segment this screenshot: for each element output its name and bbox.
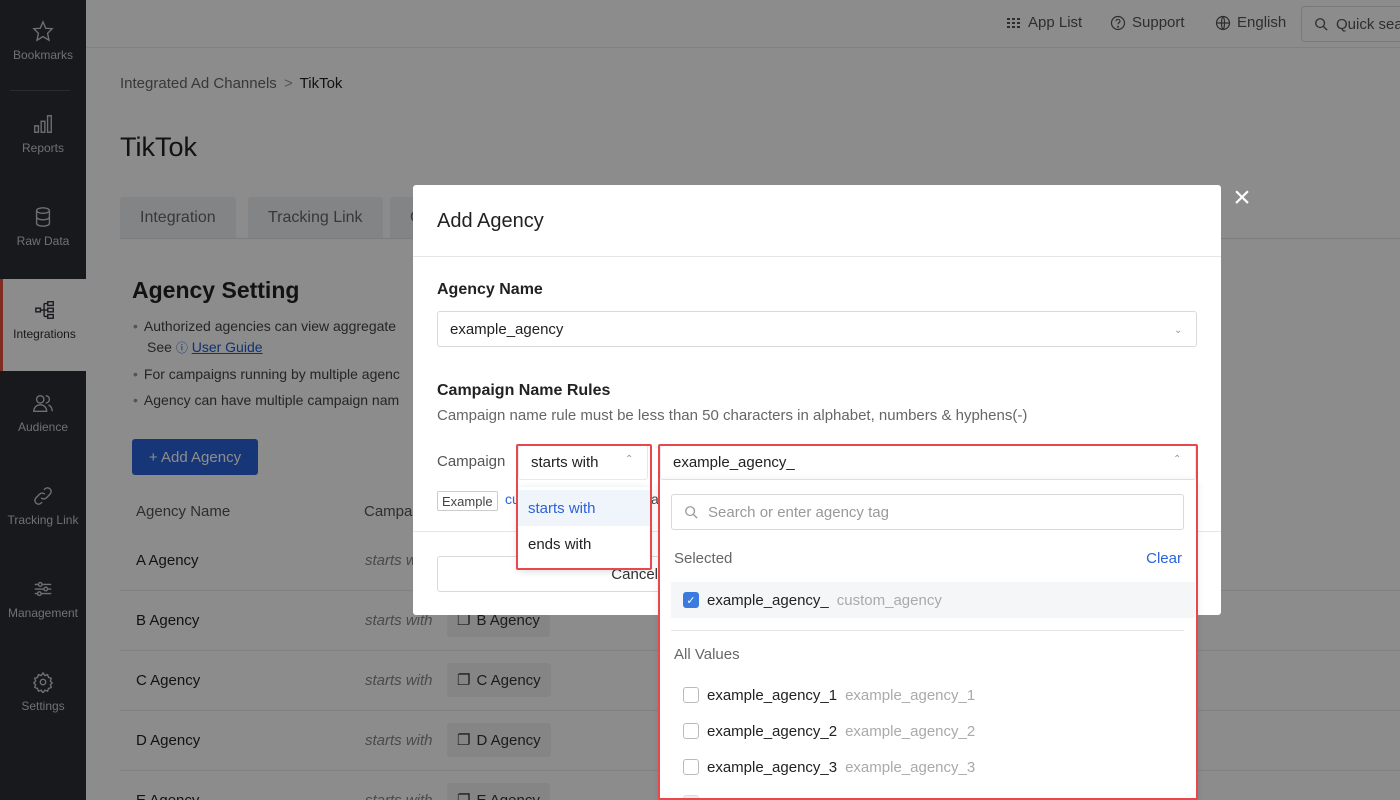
list-item[interactable]: example_agency_1 example_agency_1	[671, 677, 1195, 713]
example-text-fragment: a	[651, 491, 659, 507]
option-value: example_agency_2	[707, 722, 838, 740]
option-sub: example_agency_1	[845, 686, 976, 704]
option-value: example_agency_3	[707, 758, 838, 776]
clear-link[interactable]: Clear	[1146, 550, 1182, 567]
checkbox-icon[interactable]	[683, 723, 699, 739]
agency-name-select[interactable]: example_agency ⌄	[437, 311, 1197, 347]
option-value: example_agency_1	[707, 686, 838, 704]
close-icon[interactable]: ×	[1230, 183, 1254, 213]
list-item[interactable]: example_agency_2 example_agency_2	[671, 713, 1195, 749]
rule-select-value: starts with	[531, 453, 599, 471]
agency-tag-select[interactable]: example_agency_ ⌃	[660, 444, 1196, 480]
chevron-up-icon: ⌃	[1173, 454, 1182, 465]
rule-option-ends-with[interactable]: ends with	[518, 526, 650, 562]
agency-name-value: example_agency	[450, 320, 564, 338]
checkbox-checked-icon[interactable]: ✓	[683, 592, 699, 608]
all-values-group-label: All Values	[674, 646, 740, 663]
list-item-selected[interactable]: ✓ example_agency_ custom_agency	[671, 582, 1195, 618]
list-item[interactable]	[671, 785, 1195, 800]
modal-divider	[413, 256, 1221, 257]
modal-title: Add Agency	[437, 210, 544, 232]
dropdown-divider	[671, 630, 1184, 631]
selected-group-label: Selected	[674, 550, 733, 567]
rule-dropdown: starts with ends with	[518, 487, 650, 569]
rule-select[interactable]: starts with ⌃	[518, 444, 648, 480]
list-item[interactable]: example_agency_3 example_agency_3	[671, 749, 1195, 785]
checkbox-icon[interactable]	[683, 687, 699, 703]
agency-tag-value: example_agency_	[673, 453, 795, 471]
agency-tag-dropdown: Selected Clear ✓ example_agency_ custom_…	[660, 480, 1196, 800]
example-tag: Example	[437, 491, 498, 511]
campaign-rules-label: Campaign Name Rules	[437, 382, 611, 399]
campaign-label: Campaign	[437, 453, 506, 470]
checkbox-icon[interactable]	[683, 795, 699, 800]
option-sub: example_agency_3	[845, 758, 976, 776]
option-value: example_agency_	[707, 591, 829, 609]
option-sub: custom_agency	[836, 591, 942, 609]
chevron-down-icon: ⌄	[1174, 325, 1183, 336]
agency-name-label: Agency Name	[437, 281, 543, 298]
chevron-up-icon: ⌃	[625, 454, 634, 465]
agency-search-box	[671, 494, 1184, 530]
option-sub: example_agency_2	[845, 722, 976, 740]
search-icon	[685, 506, 698, 519]
campaign-rules-helper: Campaign name rule must be less than 50 …	[437, 407, 1028, 424]
agency-search-input[interactable]	[708, 503, 1108, 521]
checkbox-icon[interactable]	[683, 759, 699, 775]
rule-option-starts-with[interactable]: starts with	[518, 490, 650, 526]
